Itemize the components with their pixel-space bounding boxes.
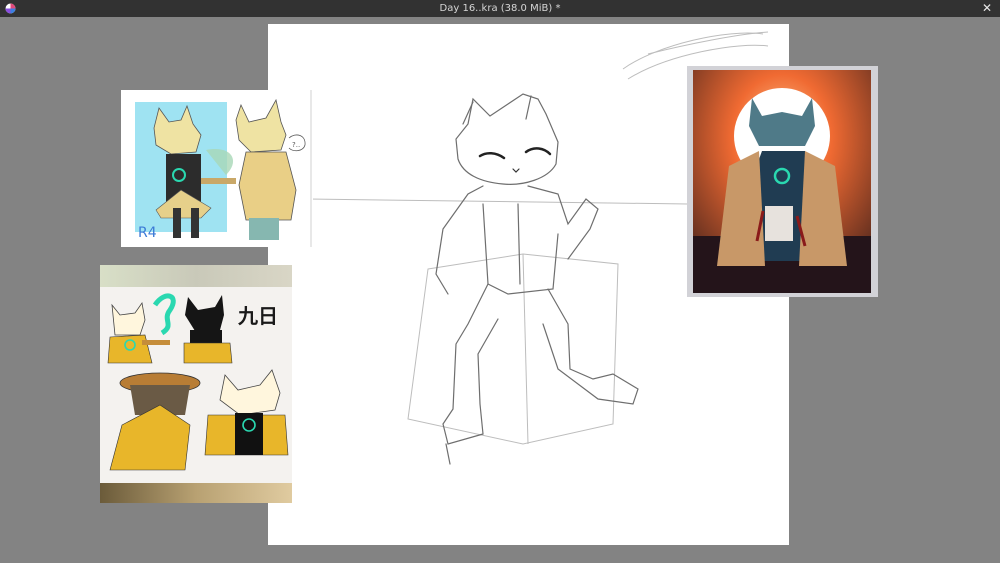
sheet-title: 九日 xyxy=(237,304,278,328)
svg-text:?..: ?.. xyxy=(292,141,300,149)
reference-sketch-cat-trumpet[interactable]: R4 ?.. xyxy=(121,90,313,247)
close-button[interactable]: ✕ xyxy=(980,0,994,17)
title-bar: Day 16..kra (38.0 MiB) * ✕ xyxy=(0,0,1000,17)
reference-character-sheet[interactable]: 九日 xyxy=(100,265,292,503)
signature-r4: R4 xyxy=(138,225,157,241)
window-title: Day 16..kra (38.0 MiB) * xyxy=(439,3,561,14)
reference-moon-painting[interactable] xyxy=(687,66,878,297)
